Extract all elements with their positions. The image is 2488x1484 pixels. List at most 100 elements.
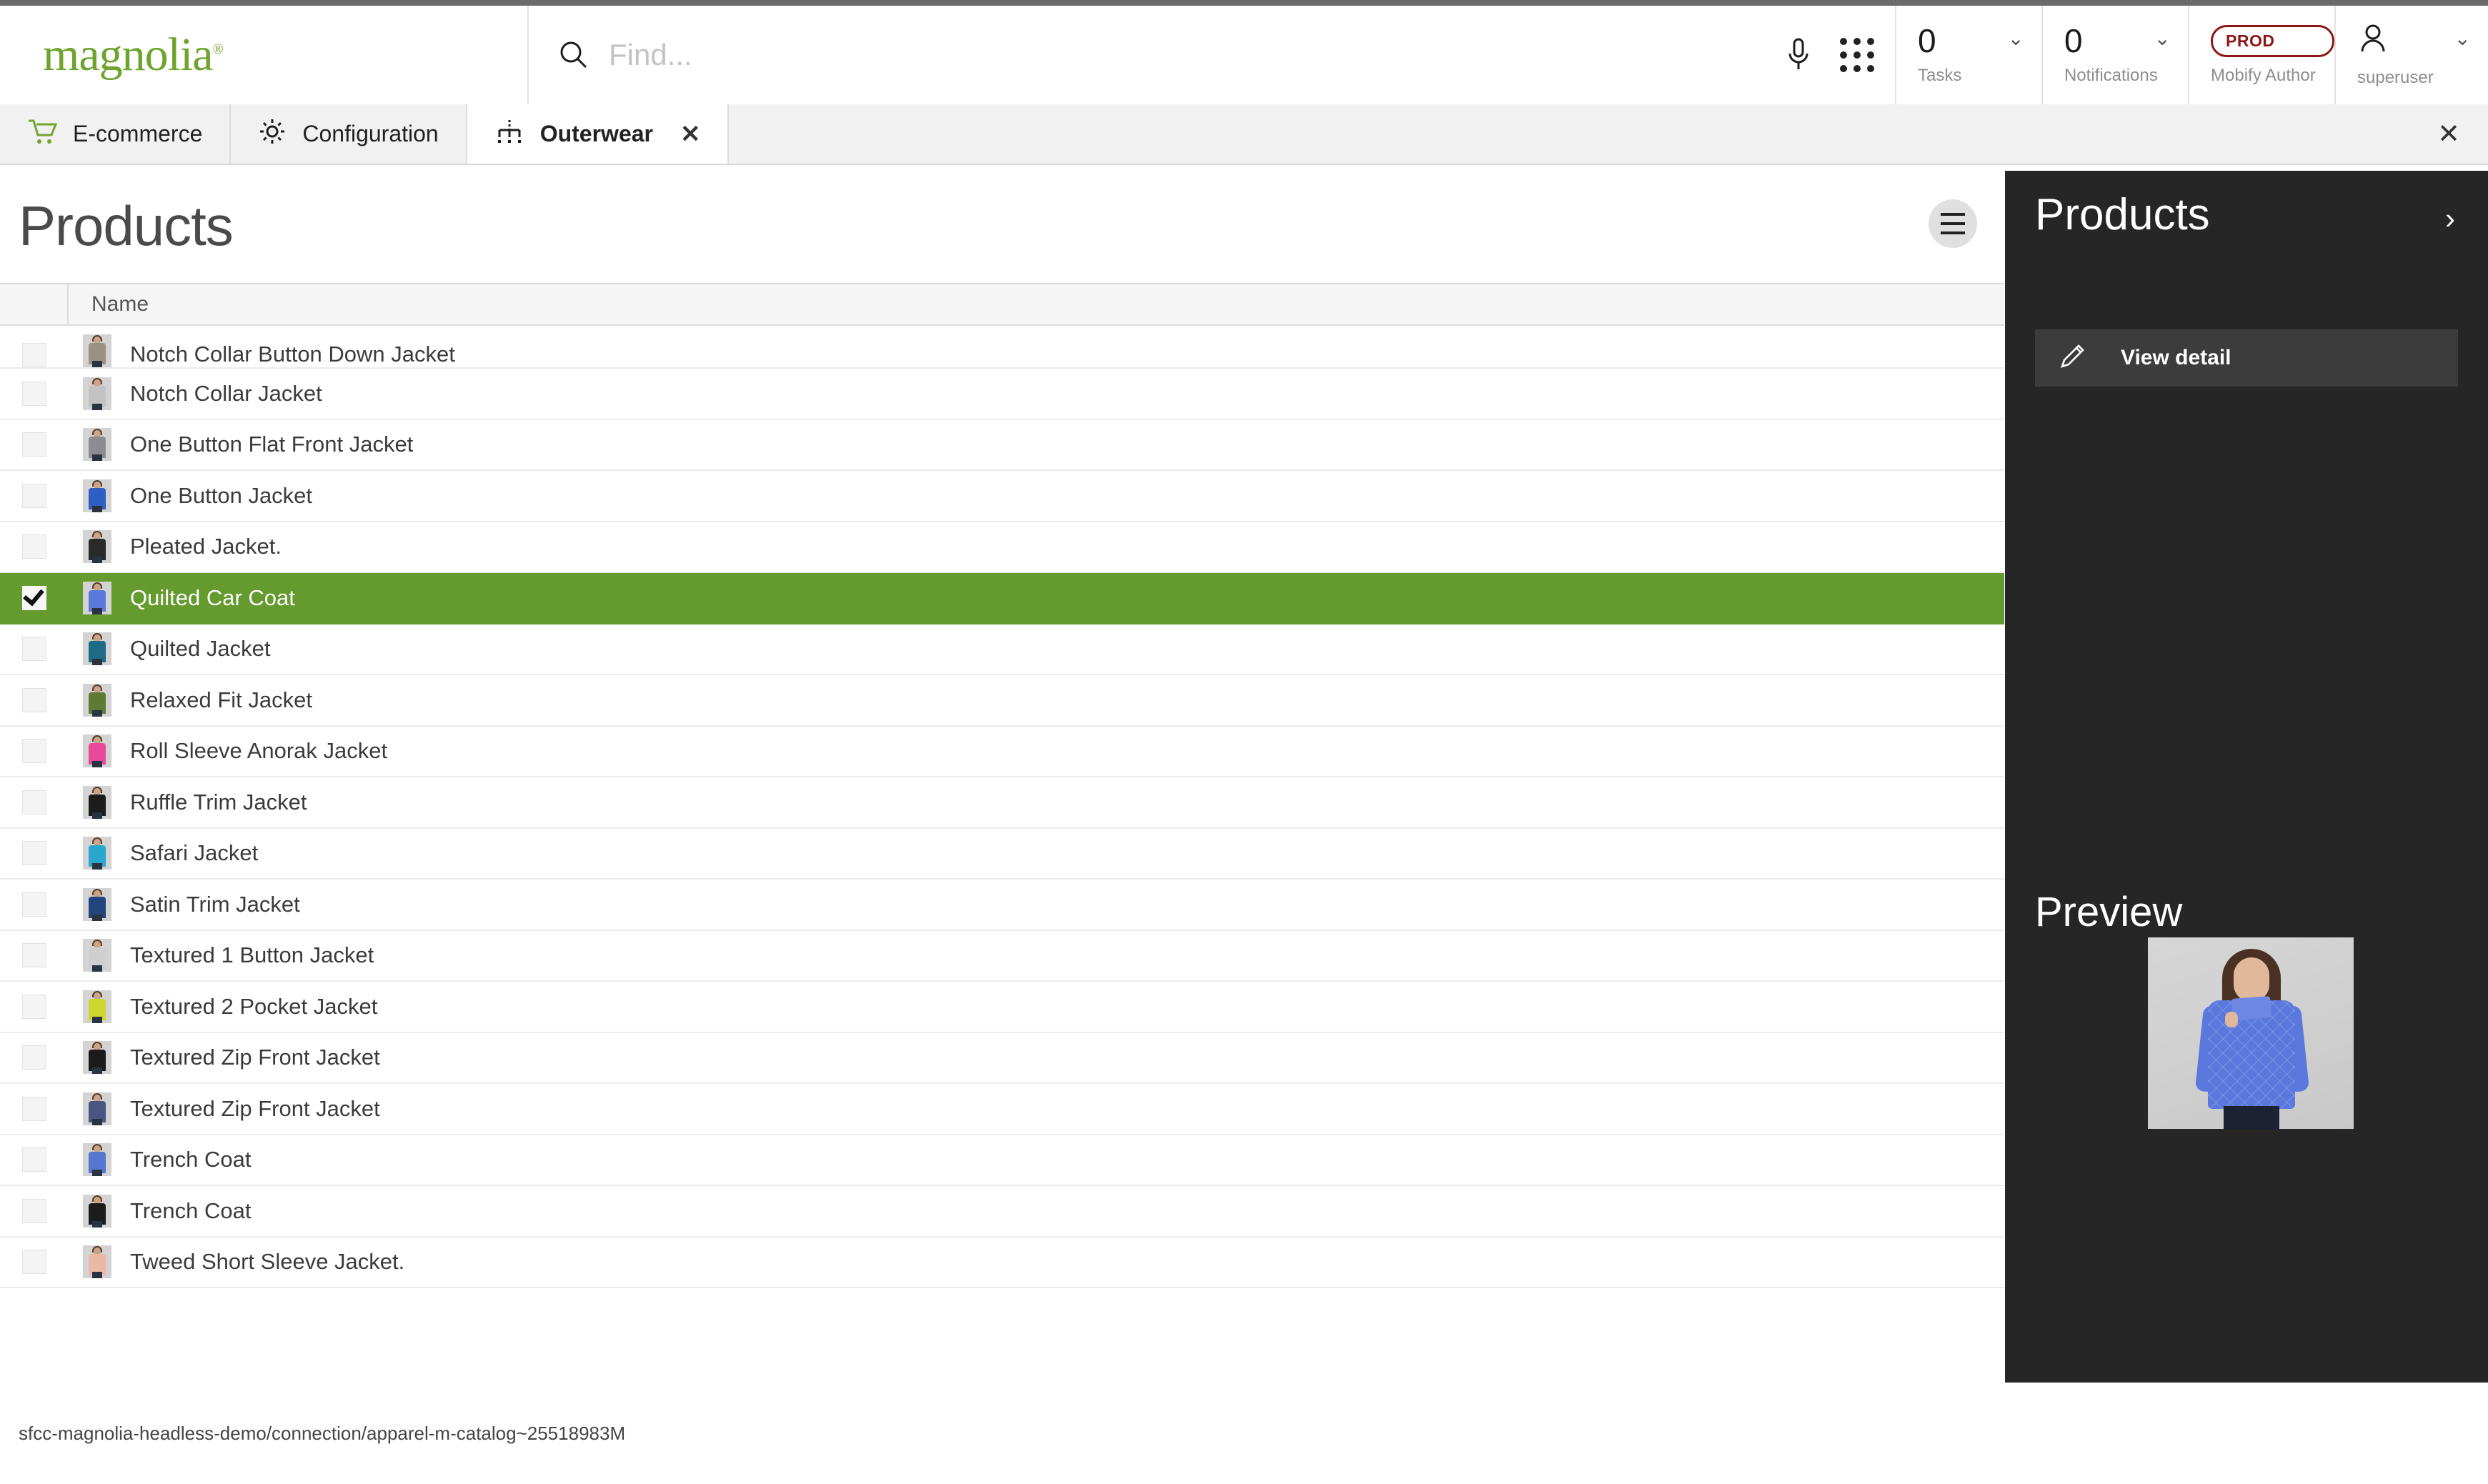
checkbox-unchecked[interactable] <box>22 381 46 406</box>
table-row[interactable]: Satin Trim Jacket <box>0 880 2004 931</box>
hamburger-menu-icon[interactable] <box>1929 199 1977 248</box>
table-row[interactable]: Textured Zip Front Jacket <box>0 1032 2004 1084</box>
checkbox-unchecked[interactable] <box>22 739 46 764</box>
table-row[interactable]: Textured Zip Front Jacket <box>0 1084 2004 1135</box>
magnolia-admin-window: magnolia® 0 Tasks ⌄ 0 Notifications ⌄ <box>0 0 2488 1484</box>
product-thumbnail <box>83 837 111 870</box>
table-row[interactable]: Quilted Jacket <box>0 624 2004 675</box>
checkbox-unchecked[interactable] <box>22 1250 46 1275</box>
row-checkbox-cell[interactable] <box>0 534 69 559</box>
notifications-menu[interactable]: 0 Notifications ⌄ <box>2041 6 2188 104</box>
product-thumbnail <box>83 939 111 972</box>
row-checkbox-cell[interactable] <box>0 841 69 866</box>
row-checkbox-cell[interactable] <box>0 892 69 917</box>
checkbox-unchecked[interactable] <box>22 994 46 1019</box>
row-checkbox-cell[interactable] <box>0 994 69 1019</box>
gear-icon <box>258 117 287 151</box>
tab-label: Outerwear <box>539 121 653 146</box>
close-icon[interactable]: ✕ <box>680 122 701 146</box>
tab-outerwear[interactable]: Outerwear ✕ <box>467 104 730 164</box>
product-name: Pleated Jacket. <box>130 534 282 559</box>
chevron-down-icon[interactable]: ⌄ <box>2008 29 2024 49</box>
status-path: sfcc-magnolia-headless-demo/connection/a… <box>19 1422 626 1444</box>
checkbox-unchecked[interactable] <box>22 637 46 662</box>
row-checkbox-cell[interactable] <box>0 687 69 712</box>
logo-wordmark: magnolia® <box>43 31 224 79</box>
row-checkbox-cell[interactable] <box>0 1045 69 1070</box>
table-row[interactable]: Trench Coat <box>0 1186 2004 1238</box>
row-checkbox-cell[interactable] <box>0 739 69 764</box>
view-detail-button[interactable]: View detail <box>2035 329 2458 387</box>
checkbox-checked[interactable] <box>22 585 46 610</box>
row-checkbox-cell[interactable] <box>0 637 69 662</box>
checkbox-unchecked[interactable] <box>22 1147 46 1172</box>
checkbox-unchecked[interactable] <box>22 1198 46 1223</box>
row-checkbox-cell[interactable] <box>0 943 69 968</box>
tab-ecommerce[interactable]: E-commerce <box>0 104 232 164</box>
close-view-button[interactable]: ✕ <box>2409 104 2488 164</box>
table-header: Name <box>0 283 2004 326</box>
row-checkbox-cell[interactable] <box>0 432 69 457</box>
page-title: Products <box>19 194 234 257</box>
microphone-icon[interactable] <box>1779 36 1818 74</box>
search-input[interactable] <box>609 38 1692 72</box>
checkbox-unchecked[interactable] <box>22 534 46 559</box>
checkbox-unchecked[interactable] <box>22 343 46 367</box>
table-row[interactable]: Ruffle Trim Jacket <box>0 777 2004 829</box>
table-row[interactable]: Pleated Jacket. <box>0 522 2004 573</box>
product-name: Trench Coat <box>130 1197 252 1223</box>
row-checkbox-cell[interactable] <box>0 381 69 406</box>
product-thumbnail <box>83 428 111 462</box>
row-checkbox-cell[interactable] <box>0 483 69 508</box>
product-name: One Button Flat Front Jacket <box>130 432 414 457</box>
row-checkbox-cell[interactable] <box>0 1198 69 1223</box>
row-checkbox-cell[interactable] <box>0 343 69 367</box>
row-checkbox-cell[interactable] <box>0 1250 69 1275</box>
chevron-down-icon[interactable]: ⌄ <box>2454 29 2471 49</box>
user-menu[interactable]: superuser ⌄ <box>2334 6 2488 104</box>
apps-grid-icon[interactable] <box>1838 36 1876 74</box>
tab-label: Configuration <box>302 121 439 146</box>
tab-bar: E-commerce Configuration Outerwear ✕ ✕ <box>0 104 2488 165</box>
table-row[interactable]: Quilted Car Coat <box>0 573 2004 624</box>
row-checkbox-cell[interactable] <box>0 585 69 610</box>
magnolia-logo[interactable]: magnolia® <box>0 6 529 104</box>
product-name: Quilted Jacket <box>130 636 271 662</box>
table-row[interactable]: Tweed Short Sleeve Jacket. <box>0 1237 2004 1288</box>
product-thumbnail <box>83 990 111 1023</box>
checkbox-unchecked[interactable] <box>22 483 46 508</box>
product-name: One Button Jacket <box>130 482 313 508</box>
chevron-right-icon[interactable]: › <box>2445 204 2455 234</box>
notifications-label: Notifications <box>2064 66 2158 85</box>
row-checkbox-cell[interactable] <box>0 1147 69 1172</box>
row-checkbox-cell[interactable] <box>0 790 69 815</box>
table-row[interactable]: One Button Jacket <box>0 471 2004 522</box>
checkbox-unchecked[interactable] <box>22 841 46 866</box>
table-row[interactable]: Textured 2 Pocket Jacket <box>0 982 2004 1033</box>
row-checkbox-cell[interactable] <box>0 1096 69 1121</box>
product-thumbnail <box>83 377 111 410</box>
tasks-menu[interactable]: 0 Tasks ⌄ <box>1895 6 2041 104</box>
table-row[interactable]: Roll Sleeve Anorak Jacket <box>0 726 2004 777</box>
chevron-down-icon[interactable]: ⌄ <box>2154 29 2171 49</box>
global-search[interactable] <box>529 6 1761 104</box>
content-area: Products Name Notch Collar Button Down J… <box>0 165 2004 1484</box>
checkbox-unchecked[interactable] <box>22 790 46 815</box>
tab-configuration[interactable]: Configuration <box>231 104 467 164</box>
table-row[interactable]: Notch Collar Button Down Jacket <box>0 326 2004 369</box>
table-row[interactable]: One Button Flat Front Jacket <box>0 419 2004 471</box>
product-name: Quilted Car Coat <box>130 584 295 610</box>
checkbox-unchecked[interactable] <box>22 1045 46 1070</box>
checkbox-unchecked[interactable] <box>22 432 46 457</box>
tree-hierarchy-icon <box>494 117 524 151</box>
checkbox-unchecked[interactable] <box>22 892 46 917</box>
checkbox-unchecked[interactable] <box>22 943 46 968</box>
checkbox-unchecked[interactable] <box>22 1096 46 1121</box>
table-row[interactable]: Safari Jacket <box>0 828 2004 880</box>
checkbox-unchecked[interactable] <box>22 687 46 712</box>
table-row[interactable]: Notch Collar Jacket <box>0 369 2004 420</box>
table-row[interactable]: Trench Coat <box>0 1135 2004 1186</box>
table-row[interactable]: Relaxed Fit Jacket <box>0 675 2004 727</box>
instance-indicator[interactable]: PROD Mobify Author <box>2188 6 2334 104</box>
table-row[interactable]: Textured 1 Button Jacket <box>0 930 2004 982</box>
